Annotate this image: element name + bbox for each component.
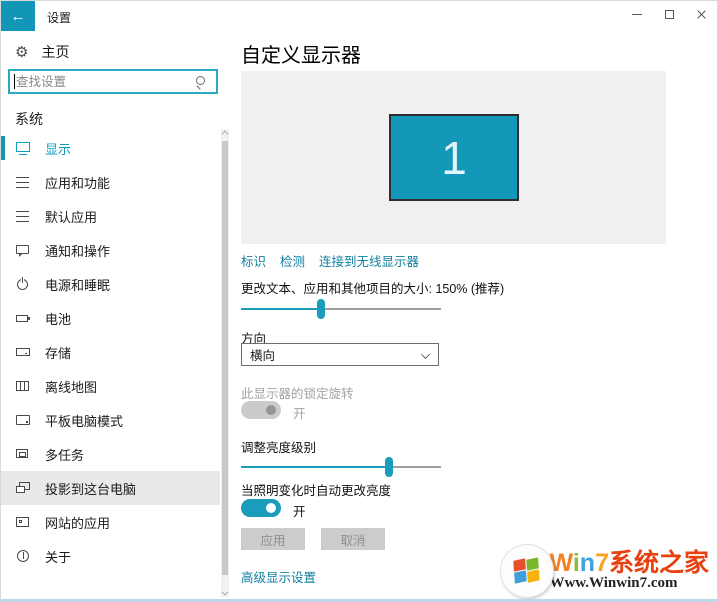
sidebar-item-multitasking[interactable]: 多任务 — [1, 437, 231, 471]
close-button[interactable] — [685, 1, 717, 27]
sidebar-item-offline-maps[interactable]: 离线地图 — [1, 369, 231, 403]
slider-thumb[interactable] — [385, 457, 393, 477]
settings-window: ← 设置 ⚙ 主页 系统 显示 应用和功能 — [0, 0, 718, 602]
webapp-icon — [15, 514, 31, 530]
rotation-lock-state: 开 — [293, 407, 306, 421]
scroll-up-icon[interactable] — [221, 130, 229, 138]
sidebar-item-default-apps[interactable]: 默认应用 — [1, 199, 231, 233]
tablet-icon — [15, 412, 31, 428]
windows-logo-icon — [501, 545, 554, 597]
title-bar: ← 设置 — [1, 1, 717, 31]
windows-flag — [513, 557, 542, 584]
close-icon — [696, 9, 707, 20]
scrollbar-thumb[interactable] — [222, 141, 228, 575]
watermark-text: Win7系统之家 Www.Winwin7.com — [549, 550, 709, 592]
monitor-1[interactable]: 1 — [389, 114, 519, 201]
advanced-display-settings-link[interactable]: 高级显示设置 — [241, 567, 316, 586]
sidebar-item-home[interactable]: ⚙ 主页 — [1, 31, 231, 63]
power-icon — [15, 276, 31, 292]
sidebar-item-display[interactable]: 显示 — [1, 131, 231, 165]
minimize-icon — [632, 13, 642, 15]
sidebar-item-notifications[interactable]: 通知和操作 — [1, 233, 231, 267]
minimize-button[interactable] — [621, 1, 653, 27]
cancel-button[interactable]: 取消 — [321, 528, 385, 550]
sidebar-nav: 显示 应用和功能 默认应用 通知和操作 电源和睡眠 电池 存储 离线地图 平板电… — [1, 131, 231, 599]
scaling-label: 更改文本、应用和其他项目的大小: 150% (推荐) — [241, 282, 505, 296]
search-icon[interactable] — [196, 76, 208, 88]
apply-button[interactable]: 应用 — [241, 528, 305, 550]
text-caret — [14, 74, 15, 89]
main-content: 自定义显示器 1 标识 检测 连接到无线显示器 更改文本、应用和其他项目的大小:… — [241, 31, 717, 599]
sidebar-scrollbar[interactable] — [221, 129, 229, 597]
watermark: Win7系统之家 Www.Winwin7.com — [501, 545, 709, 597]
display-preview-area: 1 — [241, 71, 666, 244]
auto-brightness-state: 开 — [293, 505, 306, 519]
projecting-icon — [15, 480, 31, 496]
toggle-knob — [266, 503, 276, 513]
maximize-icon — [664, 9, 674, 19]
brightness-slider[interactable] — [241, 457, 441, 477]
battery-icon — [15, 310, 31, 326]
storage-icon — [15, 344, 31, 360]
sidebar-item-apps-for-websites[interactable]: 网站的应用 — [1, 505, 231, 539]
rotation-lock-toggle — [241, 401, 281, 419]
sidebar: ⚙ 主页 系统 显示 应用和功能 默认应用 通知和操作 — [1, 31, 231, 599]
wireless-display-link[interactable]: 连接到无线显示器 — [319, 251, 419, 270]
identify-link[interactable]: 标识 — [241, 251, 266, 270]
notifications-icon — [15, 242, 31, 258]
back-arrow-icon: ← — [10, 7, 26, 25]
sidebar-item-about[interactable]: 关于 — [1, 539, 231, 573]
map-icon — [15, 378, 31, 394]
home-label: 主页 — [41, 44, 70, 60]
apps-features-icon — [15, 174, 31, 190]
sidebar-item-storage[interactable]: 存储 — [1, 335, 231, 369]
rotation-lock-label: 此显示器的锁定旋转 — [241, 387, 354, 401]
search-input[interactable] — [16, 71, 186, 92]
monitor-number: 1 — [441, 131, 467, 184]
search-box — [8, 69, 218, 94]
watermark-site-name: Win7系统之家 — [549, 549, 709, 577]
sidebar-item-apps-features[interactable]: 应用和功能 — [1, 165, 231, 199]
display-icon — [15, 140, 31, 156]
sidebar-item-power-sleep[interactable]: 电源和睡眠 — [1, 267, 231, 301]
scroll-down-icon[interactable] — [221, 588, 229, 596]
orientation-dropdown[interactable]: 横向 — [241, 343, 439, 366]
page-title: 自定义显示器 — [241, 45, 361, 67]
slider-thumb[interactable] — [317, 299, 325, 319]
section-label-system: 系统 — [15, 111, 43, 127]
toggle-knob — [266, 405, 276, 415]
auto-brightness-toggle[interactable] — [241, 499, 281, 517]
sidebar-item-projecting[interactable]: 投影到这台电脑 — [1, 471, 220, 505]
orientation-value: 横向 — [250, 349, 276, 363]
sidebar-item-tablet-mode[interactable]: 平板电脑模式 — [1, 403, 231, 437]
back-button[interactable]: ← — [1, 1, 35, 31]
slider-fill — [241, 308, 321, 310]
chevron-down-icon — [421, 350, 430, 359]
auto-brightness-label: 当照明变化时自动更改亮度 — [241, 484, 392, 498]
multitask-icon — [15, 446, 31, 462]
watermark-url: Www.Winwin7.com — [549, 575, 678, 592]
slider-fill — [241, 466, 389, 468]
brightness-label: 调整亮度级别 — [241, 441, 317, 455]
info-icon — [15, 548, 31, 564]
gear-icon: ⚙ — [15, 43, 29, 61]
default-apps-icon — [15, 208, 31, 224]
maximize-button[interactable] — [653, 1, 685, 27]
scaling-slider[interactable] — [241, 299, 441, 319]
window-title: 设置 — [47, 11, 72, 25]
sidebar-item-battery[interactable]: 电池 — [1, 301, 231, 335]
detect-link[interactable]: 检测 — [280, 251, 305, 270]
display-links: 标识 检测 连接到无线显示器 — [241, 251, 419, 270]
